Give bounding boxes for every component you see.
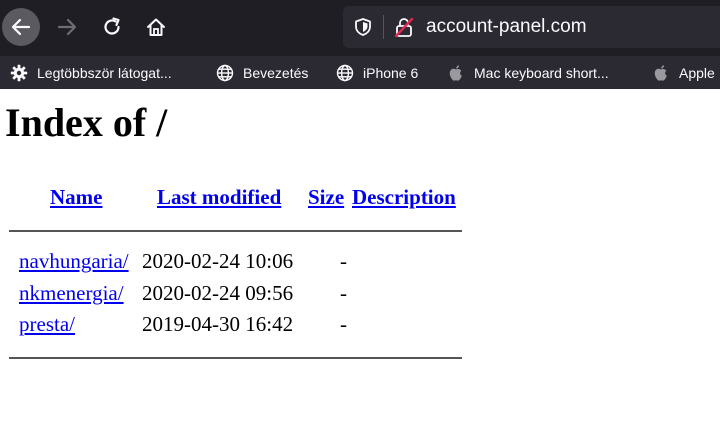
bookmark-mac-keyboard-shortcuts[interactable]: Mac keyboard short...	[447, 56, 609, 89]
directory-link[interactable]: navhungaria/	[19, 249, 129, 274]
last-modified-cell: 2019-04-30 16:42	[142, 312, 294, 336]
table-row: presta/ 2019-04-30 16:42 -	[0, 312, 720, 340]
home-button[interactable]	[137, 8, 175, 46]
table-divider	[9, 230, 462, 232]
globe-icon	[336, 64, 354, 82]
address-bar-separator	[383, 15, 384, 39]
bookmark-label: Legtöbbször látogat...	[37, 64, 172, 81]
table-row: navhungaria/ 2020-02-24 10:06 -	[0, 249, 720, 277]
bookmark-label: Mac keyboard short...	[474, 64, 609, 81]
apple-icon	[652, 64, 670, 82]
arrow-right-icon	[57, 18, 77, 36]
page-content: Index of / Name Last modified Size Descr…	[0, 89, 720, 433]
directory-link[interactable]: presta/	[19, 312, 75, 337]
reload-button[interactable]	[93, 8, 131, 46]
apple-icon	[447, 64, 465, 82]
back-button[interactable]	[2, 8, 40, 46]
sort-by-last-modified-link[interactable]: Last modified	[157, 185, 281, 210]
insecure-lock-icon[interactable]	[393, 16, 415, 43]
bookmark-iphone-6[interactable]: iPhone 6	[336, 56, 418, 89]
size-cell: -	[340, 312, 347, 336]
bookmark-label: Apple	[679, 64, 715, 81]
page-title: Index of /	[5, 100, 168, 145]
bookmark-apple[interactable]: Apple	[652, 56, 715, 89]
bookmark-bevezetes[interactable]: Bevezetés	[216, 56, 308, 89]
forward-button[interactable]	[48, 8, 86, 46]
bookmarks-toolbar: Legtöbbször látogat... Bevezetés iPhone …	[0, 56, 720, 89]
sort-by-description-link[interactable]: Description	[352, 185, 456, 210]
bookmark-label: iPhone 6	[363, 64, 419, 81]
sort-by-name-link[interactable]: Name	[50, 185, 102, 210]
tracking-protection-shield-icon[interactable]	[353, 17, 373, 42]
table-divider	[9, 357, 462, 359]
table-row: nkmenergia/ 2020-02-24 09:56 -	[0, 281, 720, 309]
directory-link[interactable]: nkmenergia/	[19, 281, 124, 306]
browser-toolbar: account-panel.com	[0, 0, 720, 56]
last-modified-cell: 2020-02-24 10:06	[142, 249, 294, 273]
globe-icon	[216, 64, 234, 82]
url-text[interactable]: account-panel.com	[426, 16, 587, 38]
gear-icon	[10, 64, 28, 82]
size-cell: -	[340, 249, 347, 273]
home-icon	[147, 18, 165, 36]
bookmark-label: Bevezetés	[243, 64, 309, 81]
sort-by-size-link[interactable]: Size	[308, 185, 344, 210]
arrow-left-icon	[11, 18, 31, 36]
bookmark-most-visited[interactable]: Legtöbbször látogat...	[10, 56, 172, 89]
size-cell: -	[340, 281, 347, 305]
address-bar[interactable]: account-panel.com	[343, 6, 720, 48]
last-modified-cell: 2020-02-24 09:56	[142, 281, 294, 305]
reload-icon	[104, 17, 120, 35]
